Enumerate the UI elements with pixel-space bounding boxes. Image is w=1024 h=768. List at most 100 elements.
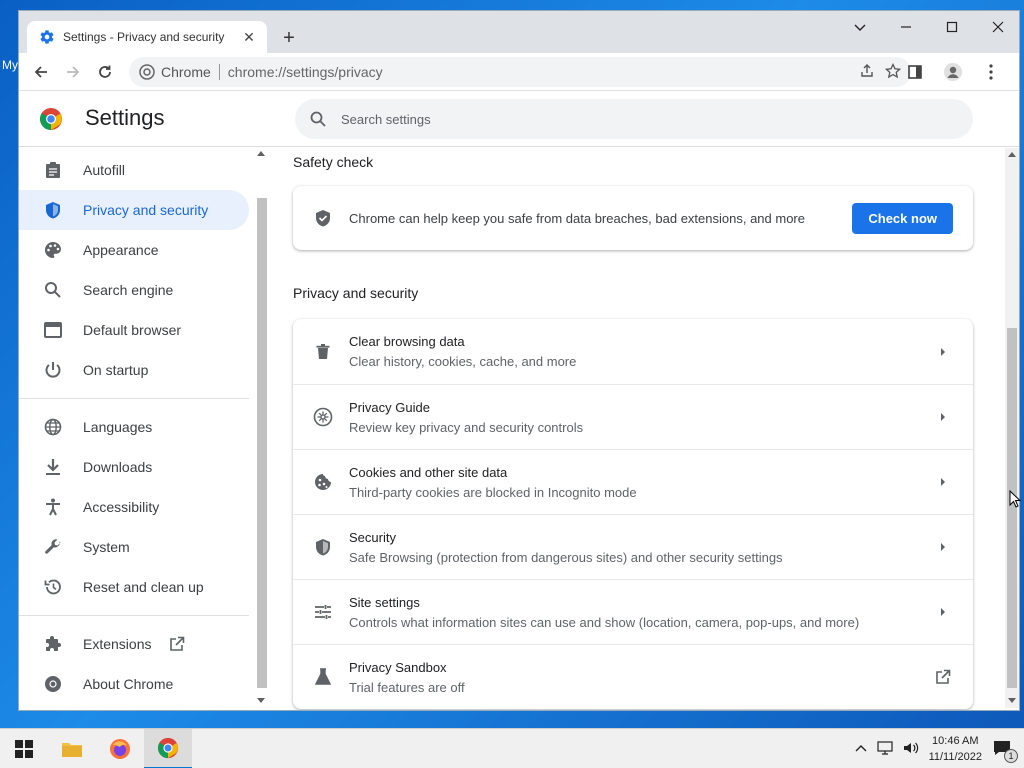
clock-time: 10:46 AM xyxy=(932,735,979,747)
close-tab-icon[interactable]: ✕ xyxy=(241,29,257,45)
sidebar-item-about-chrome[interactable]: About Chrome xyxy=(19,664,249,704)
sidebar-item-system[interactable]: System xyxy=(19,527,249,567)
tab-settings[interactable]: Settings - Privacy and security ✕ xyxy=(27,21,267,53)
row-cookies[interactable]: Cookies and other site data Third-party … xyxy=(293,449,973,514)
sidebar-item-appearance[interactable]: Appearance xyxy=(19,230,249,270)
side-panel-icon[interactable] xyxy=(901,58,929,86)
clock-date: 11/11/2022 xyxy=(928,751,982,763)
sidebar-item-extensions[interactable]: Extensions xyxy=(19,624,249,664)
page-title: Settings xyxy=(85,105,165,130)
cookie-icon xyxy=(313,472,333,492)
sidebar-item-downloads[interactable]: Downloads xyxy=(19,447,249,487)
main-scroll-thumb[interactable] xyxy=(1007,328,1017,688)
notification-icon[interactable]: 1 xyxy=(992,739,1018,763)
tab-search-icon[interactable] xyxy=(837,11,883,43)
sidebar-item-languages[interactable]: Languages xyxy=(19,407,249,447)
clipboard-icon xyxy=(43,160,63,180)
sidebar-item-label: Reset and clean up xyxy=(83,579,204,595)
wrench-icon xyxy=(43,537,63,557)
gear-icon xyxy=(40,30,54,44)
row-security[interactable]: Security Safe Browsing (protection from … xyxy=(293,514,973,579)
search-settings-input[interactable]: Search settings xyxy=(295,99,973,139)
chevron-right-icon xyxy=(933,602,953,622)
sidebar-item-label: On startup xyxy=(83,362,149,378)
sidebar-item-label: Extensions xyxy=(83,636,152,652)
browser-toolbar: Chrome chrome://settings/privacy xyxy=(19,53,1019,91)
privacy-card: Clear browsing data Clear history, cooki… xyxy=(293,319,973,709)
sidebar-scrollbar[interactable] xyxy=(255,148,267,708)
site-name: Chrome xyxy=(161,64,211,80)
back-icon[interactable] xyxy=(27,58,55,86)
row-title: Clear browsing data xyxy=(349,334,465,349)
check-now-button[interactable]: Check now xyxy=(852,202,953,234)
sidebar-item-reset-and-clean-up[interactable]: Reset and clean up xyxy=(19,567,249,607)
sidebar-item-label: Languages xyxy=(83,419,153,435)
forward-icon[interactable] xyxy=(59,58,87,86)
power-icon xyxy=(43,360,63,380)
row-subtitle: Clear history, cookies, cache, and more xyxy=(349,354,577,369)
mouse-cursor-icon xyxy=(1009,490,1021,508)
windows-start-icon[interactable] xyxy=(0,729,48,768)
network-icon[interactable] xyxy=(876,740,893,758)
minimize-icon[interactable] xyxy=(883,11,929,43)
chrome-site-icon xyxy=(139,64,155,80)
volume-icon[interactable] xyxy=(903,741,919,758)
row-clear-browsing-data[interactable]: Clear browsing data Clear history, cooki… xyxy=(293,319,973,384)
chevron-up-icon[interactable] xyxy=(855,743,867,755)
open-in-new-icon[interactable] xyxy=(933,667,953,687)
globe-icon xyxy=(43,417,63,437)
browser-window: Settings - Privacy and security ✕ + Chro… xyxy=(18,10,1020,711)
shield-check-icon xyxy=(313,208,333,228)
row-site-settings[interactable]: Site settings Controls what information … xyxy=(293,579,973,644)
palette-icon xyxy=(43,240,63,260)
sidebar-scroll-thumb[interactable] xyxy=(257,198,267,688)
sidebar-item-label: Autofill xyxy=(83,162,126,178)
sidebar-item-label: System xyxy=(83,539,130,555)
close-window-icon[interactable] xyxy=(975,11,1019,43)
sidebar-item-on-startup[interactable]: On startup xyxy=(19,350,249,390)
sidebar-item-privacy-and-security[interactable]: Privacy and security xyxy=(19,190,249,230)
sidebar-item-label: Search engine xyxy=(83,282,174,298)
menu-dots-icon[interactable] xyxy=(977,58,1005,86)
sidebar-divider xyxy=(19,615,249,616)
sidebar-item-autofill[interactable]: Autofill xyxy=(19,150,249,190)
main-scrollbar[interactable] xyxy=(1005,148,1019,708)
system-tray: 10:46 AM 11/11/2022 1 xyxy=(855,729,1024,768)
share-icon[interactable] xyxy=(859,63,875,82)
row-subtitle: Review key privacy and security controls xyxy=(349,419,584,435)
row-title: Privacy Guide xyxy=(349,399,430,415)
safety-check-card: Chrome can help keep you safe from data … xyxy=(293,186,973,250)
sidebar-item-accessibility[interactable]: Accessibility xyxy=(19,487,249,527)
open-in-new-icon[interactable] xyxy=(169,636,185,652)
profile-avatar-icon[interactable] xyxy=(939,58,967,86)
file-explorer-icon[interactable] xyxy=(48,729,96,768)
sidebar-divider xyxy=(19,398,249,399)
new-tab-button[interactable]: + xyxy=(277,26,301,50)
clock[interactable]: 10:46 AM 11/11/2022 xyxy=(929,733,982,765)
row-privacy-guide[interactable]: Privacy Guide Review key privacy and sec… xyxy=(293,384,973,449)
safety-check-heading: Safety check xyxy=(293,154,374,170)
url-text[interactable]: chrome://settings/privacy xyxy=(228,64,859,80)
sidebar-item-default-browser[interactable]: Default browser xyxy=(19,310,249,350)
sidebar-item-label: About Chrome xyxy=(83,676,174,692)
reload-icon[interactable] xyxy=(91,58,119,86)
safety-check-row: Chrome can help keep you safe from data … xyxy=(293,186,973,250)
settings-main: Safety check Chrome can help keep you sa… xyxy=(267,148,1007,710)
maximize-icon[interactable] xyxy=(929,11,975,43)
puzzle-icon xyxy=(43,634,63,654)
bookmark-star-icon[interactable] xyxy=(884,62,902,82)
chrome-taskbar-icon[interactable] xyxy=(144,728,192,768)
desktop-icon-label[interactable]: My xyxy=(2,58,18,72)
search-icon xyxy=(43,280,63,300)
chevron-right-icon xyxy=(933,342,953,362)
search-icon xyxy=(310,111,326,127)
flask-icon xyxy=(313,667,333,687)
taskbar: 10:46 AM 11/11/2022 1 xyxy=(0,728,1024,768)
row-privacy-sandbox[interactable]: Privacy Sandbox Trial features are off xyxy=(293,644,973,709)
address-bar[interactable]: Chrome chrome://settings/privacy xyxy=(129,57,911,87)
row-title: Cookies and other site data xyxy=(349,464,508,480)
firefox-icon[interactable] xyxy=(96,729,144,768)
sidebar-item-label: Default browser xyxy=(83,322,182,338)
sidebar-item-search-engine[interactable]: Search engine xyxy=(19,270,249,310)
browser-icon xyxy=(43,320,63,340)
